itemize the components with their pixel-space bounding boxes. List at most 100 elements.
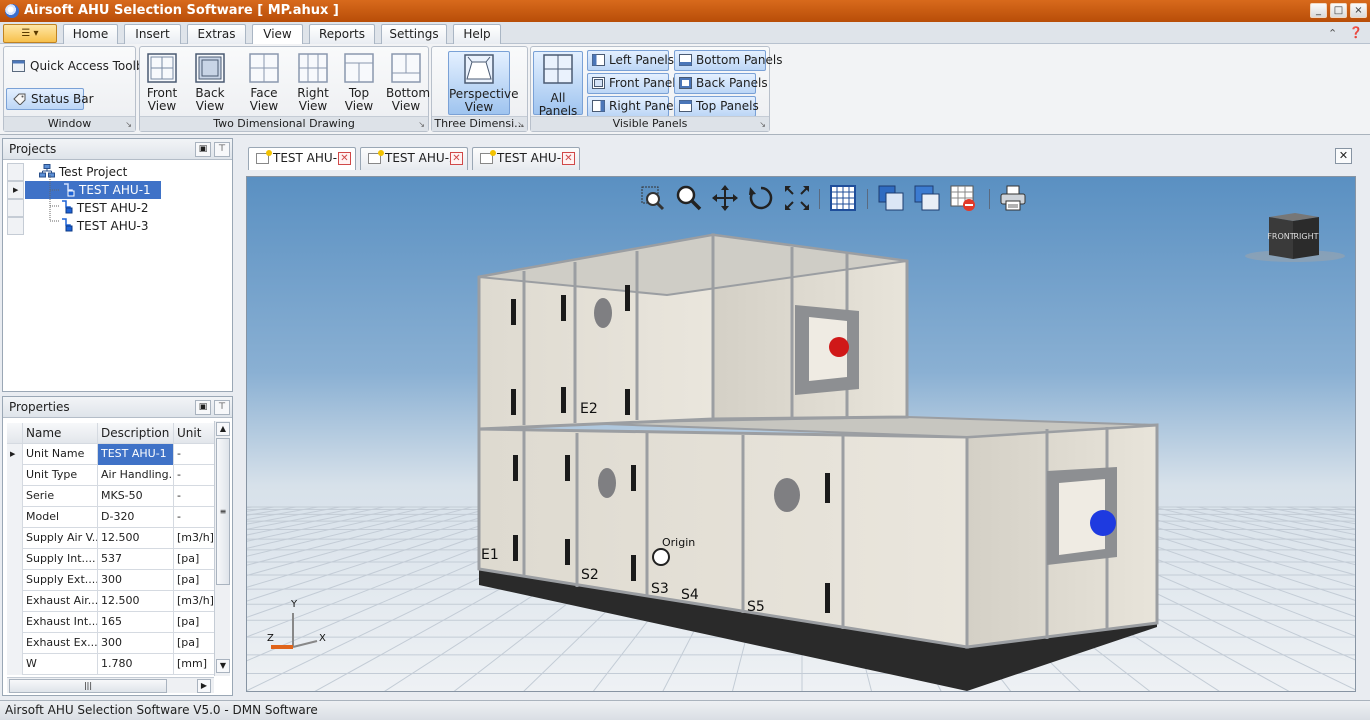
property-value[interactable]: MKS-50 [98,486,174,507]
tab-view[interactable]: View [252,24,303,45]
status-bar-button[interactable]: Status Bar [6,88,94,110]
all-panels-button[interactable]: All Panels [533,51,583,118]
col-unit[interactable]: Unit [174,423,214,444]
section-label-s3: S3 [651,581,669,597]
back-panels-button[interactable]: Back Panels [674,73,768,94]
property-row[interactable]: Exhaust Int... 165 [pa] [7,612,214,633]
close-button[interactable]: × [1350,3,1367,18]
top-panels-button[interactable]: Top Panels [674,96,759,117]
properties-panel: Properties ▣ ⊤ Name Description Unit ▶ Un… [2,396,233,696]
quick-access-toolbar-label: Quick Access Toolbar [30,59,156,73]
close-tab-icon[interactable]: ✕ [338,152,351,165]
perspective-view-button[interactable]: Perspective View [448,51,519,115]
col-name[interactable]: Name [23,423,98,444]
tree-item-test-ahu-1[interactable]: TEST AHU-1 [25,181,161,199]
property-value[interactable]: TEST AHU-1 [98,444,174,465]
properties-horizontal-scrollbar[interactable]: ||| ▶ [7,677,214,693]
row-header [7,423,23,444]
property-value[interactable]: 300 [98,570,174,591]
property-row[interactable]: Unit Type Air Handling... - [7,465,214,486]
ahu-unit-icon [62,200,73,214]
face-view-button[interactable]: Face View [238,51,290,115]
property-row[interactable]: Serie MKS-50- [7,486,214,507]
bottom-panels-label: Bottom Panels [696,53,783,67]
help-icon[interactable]: ❓ [1349,26,1363,39]
property-value[interactable]: 12.500 [98,591,174,612]
property-row[interactable]: ▶ Unit Name TEST AHU-1- [7,444,214,465]
tab-extras[interactable]: Extras [187,24,246,44]
property-row[interactable]: W 1.780 [mm] [7,654,214,675]
scroll-thumb[interactable]: ≡ [216,438,230,585]
scroll-up-icon[interactable]: ▲ [216,422,230,436]
property-row[interactable]: Exhaust Air... 12.500 [m3/h] [7,591,214,612]
front-panels-button[interactable]: Front Panels [587,73,682,94]
property-value[interactable]: 12.500 [98,528,174,549]
group-launcher-icon[interactable]: ↘ [125,120,132,129]
doc-tab-test-ahu-1[interactable]: TEST AHU-1 ✕ [248,147,356,170]
projects-panel: Projects ▣ ⊤ ▶ Test Project TEST AHU-1 T… [2,138,233,392]
top-view-button[interactable]: Top View [336,51,382,115]
application-menu-button[interactable]: ☰ ▾ [3,24,57,43]
property-value[interactable]: 1.780 [98,654,174,675]
tab-insert[interactable]: Insert [124,24,181,44]
ahu-3d-model[interactable]: E1 E2 S2 S3 S4 S5 Origin Y X Z [247,177,1356,692]
doc-tab-test-ahu-2[interactable]: TEST AHU-2 ✕ [360,147,468,170]
group-launcher-icon[interactable]: ↘ [759,120,766,129]
tab-help[interactable]: Help [453,24,501,44]
row-header [7,163,24,181]
section-label-e1: E1 [481,547,499,563]
close-tab-icon[interactable]: ✕ [562,152,575,165]
h-scroll-thumb[interactable]: ||| [9,679,167,693]
tree-item-test-ahu-3[interactable]: TEST AHU-3 [59,217,148,235]
window-group: Quick Access Toolbar Status Bar Window ↘ [3,46,156,132]
back-view-button[interactable]: Back View [184,51,236,115]
property-row[interactable]: Supply Int.... 537 [pa] [7,549,214,570]
property-value[interactable]: 537 [98,549,174,570]
all-panels-label: All Panels [538,91,578,118]
property-row[interactable]: Supply Ext.... 300 [pa] [7,570,214,591]
float-panel-button[interactable]: ▣ [195,142,211,157]
minimize-button[interactable]: _ [1310,3,1327,18]
bottom-panels-button[interactable]: Bottom Panels [674,50,782,71]
property-value[interactable]: 300 [98,633,174,654]
scroll-right-icon[interactable]: ▶ [197,679,211,693]
quick-access-toolbar-button[interactable]: Quick Access Toolbar [6,56,156,78]
pin-panel-button[interactable]: ⊤ [214,142,230,157]
tab-reports[interactable]: Reports [309,24,375,44]
property-unit: [mm] [177,657,208,670]
scroll-down-icon[interactable]: ▼ [216,659,230,673]
property-row[interactable]: Exhaust Ex... 300 [pa] [7,633,214,654]
bottom-view-button[interactable]: Bottom View [386,51,430,115]
float-panel-button[interactable]: ▣ [195,400,211,415]
property-value[interactable]: Air Handling... [98,465,174,486]
back-view-icon [195,53,225,83]
group-launcher-icon[interactable]: ↘ [418,120,425,129]
right-view-button[interactable]: Right View [295,51,331,115]
pin-panel-button[interactable]: ⊤ [214,400,230,415]
maximize-button[interactable]: □ [1330,3,1347,18]
group-launcher-icon[interactable]: ↘ [517,120,524,129]
doc-tab-test-ahu-3[interactable]: TEST AHU-3 ✕ [472,147,580,170]
tab-home[interactable]: Home [63,24,118,44]
collapse-ribbon-icon[interactable]: ⌃ [1328,27,1337,40]
origin-label: Origin [662,536,695,549]
properties-vertical-scrollbar[interactable]: ▲ ≡ ▼ [214,421,230,676]
3d-viewport[interactable]: FRONT RIGHT E1 E2 S2 S3 S4 S5 Origin Y X… [246,176,1356,692]
tab-settings[interactable]: Settings [381,24,447,44]
property-row[interactable]: Model D-320- [7,507,214,528]
property-row[interactable]: Supply Air V... 12.500 [m3/h] [7,528,214,549]
tree-item-test-ahu-2[interactable]: TEST AHU-2 [59,199,148,217]
close-tab-icon[interactable]: ✕ [450,152,463,165]
row-header[interactable]: ▶ [7,181,24,199]
front-view-button[interactable]: Front View [144,51,180,115]
left-panels-button[interactable]: Left Panels [587,50,674,71]
col-description[interactable]: Description [98,423,174,444]
property-value[interactable]: D-320 [98,507,174,528]
property-unit: - [177,468,181,481]
close-all-documents-button[interactable]: ✕ [1335,148,1352,164]
right-view-label-2: View [298,99,328,113]
right-panels-button[interactable]: Right Panels [587,96,683,117]
doc-tab-label: TEST AHU-2 [385,151,457,165]
property-value[interactable]: 165 [98,612,174,633]
row-header [7,465,23,486]
